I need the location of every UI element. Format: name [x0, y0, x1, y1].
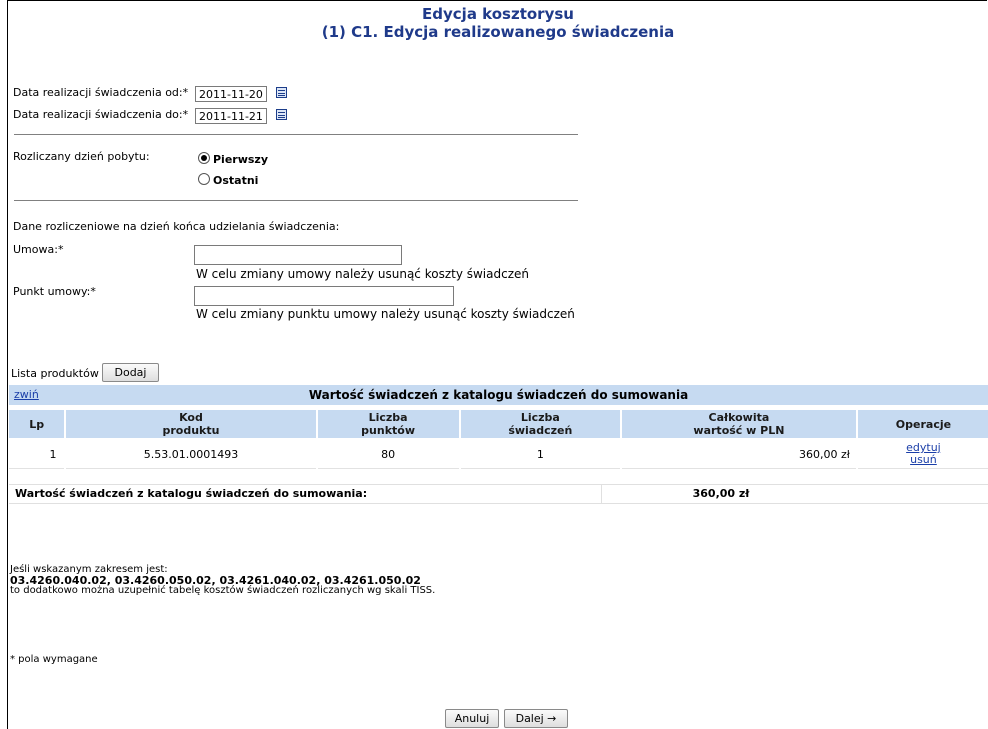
page-title: Edycja kosztorysu	[422, 5, 574, 23]
col-code-line1: Kod	[179, 411, 203, 424]
divider	[14, 134, 578, 135]
date-from-label: Data realizacji świadczenia od:*	[13, 86, 189, 99]
col-count-line1: Liczba	[520, 411, 560, 424]
radio-first[interactable]	[198, 152, 210, 164]
calendar-icon[interactable]	[276, 87, 287, 98]
col-operations: Operacje	[857, 410, 988, 438]
section-header: zwiń Wartość świadczeń z katalogu świadc…	[9, 385, 988, 405]
col-count-line2: świadczeń	[508, 424, 573, 437]
calendar-icon[interactable]	[276, 109, 287, 120]
cell-count: 1	[460, 440, 620, 469]
radio-first-label[interactable]: Pierwszy	[213, 153, 268, 166]
contract-point-label: Punkt umowy:*	[13, 285, 96, 298]
page-subtitle: (1) C1. Edycja realizowanego świadczenia	[321, 23, 675, 41]
product-table: Lp Kod produktu Liczba punktów Liczba św…	[7, 408, 988, 471]
stay-day-label: Rozliczany dzień pobytu:	[13, 150, 150, 163]
cancel-button[interactable]: Anuluj	[445, 709, 499, 728]
add-product-button[interactable]: Dodaj	[102, 363, 159, 382]
required-note: * pola wymagane	[10, 654, 98, 665]
section-title: Wartość świadczeń z katalogu świadczeń d…	[308, 388, 689, 402]
date-from-input[interactable]: 2011-11-20	[195, 86, 267, 102]
delete-link[interactable]: usuń	[910, 453, 937, 466]
next-button[interactable]: Dalej →	[504, 709, 568, 728]
table-row: 1 5.53.01.0001493 80 1 360,00 zł edytuj …	[9, 440, 988, 469]
col-total: Całkowita wartość w PLN	[621, 410, 856, 438]
col-points: Liczba punktów	[317, 410, 459, 438]
col-code: Kod produktu	[66, 410, 316, 438]
col-lp: Lp	[9, 410, 65, 438]
contract-hint: W celu zmiany umowy należy usunąć koszty…	[196, 267, 529, 281]
settlement-heading: Dane rozliczeniowe na dzień końca udziel…	[13, 220, 340, 233]
col-total-line2: wartość w PLN	[693, 424, 785, 437]
date-to-label: Data realizacji świadczenia do:*	[13, 108, 189, 121]
info-line3: to dodatkowo można uzupełnić tabelę kosz…	[10, 585, 436, 596]
sum-label: Wartość świadczeń z katalogu świadczeń d…	[15, 487, 368, 500]
cell-operations: edytuj usuń	[857, 440, 988, 469]
contract-point-field[interactable]	[194, 286, 454, 306]
radio-last[interactable]	[198, 173, 210, 185]
cell-points: 80	[317, 440, 459, 469]
cell-lp: 1	[9, 440, 65, 469]
product-list-label: Lista produktów	[11, 367, 99, 380]
col-points-line2: punktów	[361, 424, 415, 437]
contract-label: Umowa:*	[13, 243, 64, 256]
contract-point-hint: W celu zmiany punktu umowy należy usunąć…	[196, 307, 575, 321]
cell-total: 360,00 zł	[621, 440, 856, 469]
col-code-line2: produktu	[162, 424, 220, 437]
contract-field[interactable]	[194, 245, 402, 265]
cell-code: 5.53.01.0001493	[66, 440, 316, 469]
col-count: Liczba świadczeń	[460, 410, 620, 438]
main-frame: Edycja kosztorysu (1) C1. Edycja realizo…	[7, 0, 988, 729]
col-points-line1: Liczba	[368, 411, 408, 424]
divider	[14, 200, 578, 201]
col-total-line1: Całkowita	[708, 411, 770, 424]
sum-value: 360,00 zł	[692, 487, 750, 500]
date-to-input[interactable]: 2011-11-21	[195, 108, 267, 124]
sum-row: Wartość świadczeń z katalogu świadczeń d…	[9, 484, 988, 504]
radio-last-label[interactable]: Ostatni	[213, 174, 258, 187]
